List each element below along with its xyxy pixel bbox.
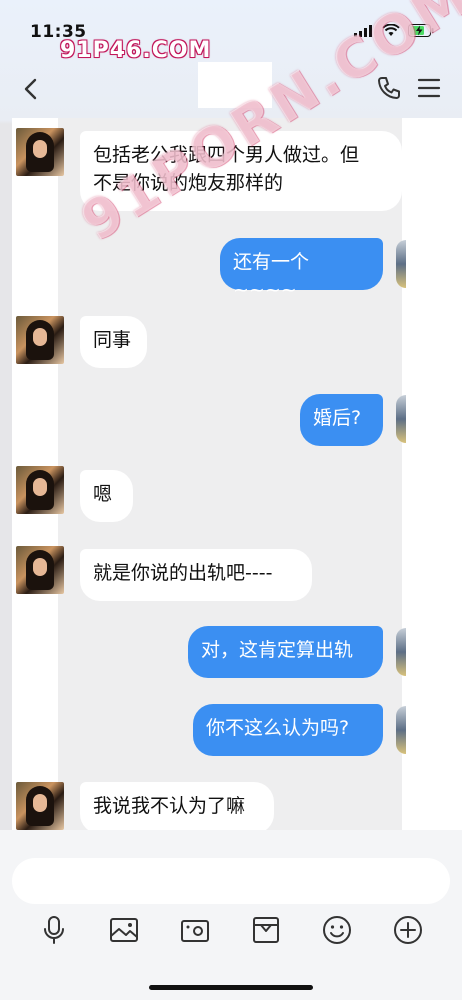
home-indicator[interactable] bbox=[149, 985, 313, 990]
composer-bar bbox=[0, 830, 462, 1000]
chevron-left-icon bbox=[24, 78, 37, 100]
avatar[interactable] bbox=[16, 782, 64, 830]
back-button[interactable] bbox=[16, 74, 46, 104]
nav-bar bbox=[0, 60, 462, 116]
image-button[interactable] bbox=[108, 914, 140, 946]
message-bubble-outgoing[interactable]: 你不这么认为吗? bbox=[193, 704, 383, 756]
emoji-button[interactable] bbox=[321, 914, 353, 946]
status-icons bbox=[354, 24, 434, 37]
gift-button[interactable] bbox=[250, 914, 282, 946]
microphone-icon bbox=[44, 916, 64, 944]
composer-toolbar bbox=[0, 914, 462, 958]
message-bubble-outgoing[interactable]: 婚后? bbox=[300, 394, 383, 446]
hamburger-icon bbox=[417, 78, 441, 98]
message-input[interactable] bbox=[12, 858, 450, 904]
emoji-icon bbox=[323, 916, 351, 944]
avatar[interactable] bbox=[396, 240, 406, 288]
message-bubble-incoming[interactable]: 我说我不认为了嘛 bbox=[80, 782, 274, 834]
gift-icon bbox=[253, 917, 279, 943]
message-bubble-incoming[interactable]: 嗯 bbox=[80, 470, 133, 522]
wifi-icon bbox=[382, 24, 400, 36]
message-bubble-outgoing[interactable]: 对，这肯定算出轨 bbox=[188, 626, 383, 678]
avatar[interactable] bbox=[396, 706, 406, 754]
avatar[interactable] bbox=[396, 628, 406, 676]
plus-button[interactable] bbox=[392, 914, 424, 946]
menu-button[interactable] bbox=[416, 75, 442, 105]
message-bubble-incoming[interactable]: 同事 bbox=[80, 316, 147, 368]
avatar[interactable] bbox=[16, 128, 64, 176]
battery-charging-icon bbox=[408, 24, 434, 37]
image-icon bbox=[110, 918, 138, 942]
avatar[interactable] bbox=[396, 395, 406, 443]
signal-icon bbox=[354, 24, 372, 37]
phone-icon bbox=[378, 77, 400, 99]
avatar[interactable] bbox=[16, 316, 64, 364]
message-bubble-incoming[interactable]: 就是你说的出轨吧---- bbox=[80, 549, 312, 601]
call-button[interactable] bbox=[376, 75, 402, 105]
avatar[interactable] bbox=[16, 546, 64, 594]
avatar[interactable] bbox=[16, 466, 64, 514]
contact-name-area bbox=[198, 62, 272, 108]
camera-button[interactable] bbox=[179, 914, 211, 946]
plus-icon bbox=[394, 916, 422, 944]
message-bubble-outgoing[interactable]: 还有一个 ~~~~ bbox=[220, 238, 383, 301]
microphone-button[interactable] bbox=[38, 914, 70, 946]
camera-icon bbox=[181, 920, 209, 942]
message-bubble-incoming[interactable]: 包括老公我跟四个男人做过。但 不是你说的炮友那样的 bbox=[80, 131, 402, 211]
